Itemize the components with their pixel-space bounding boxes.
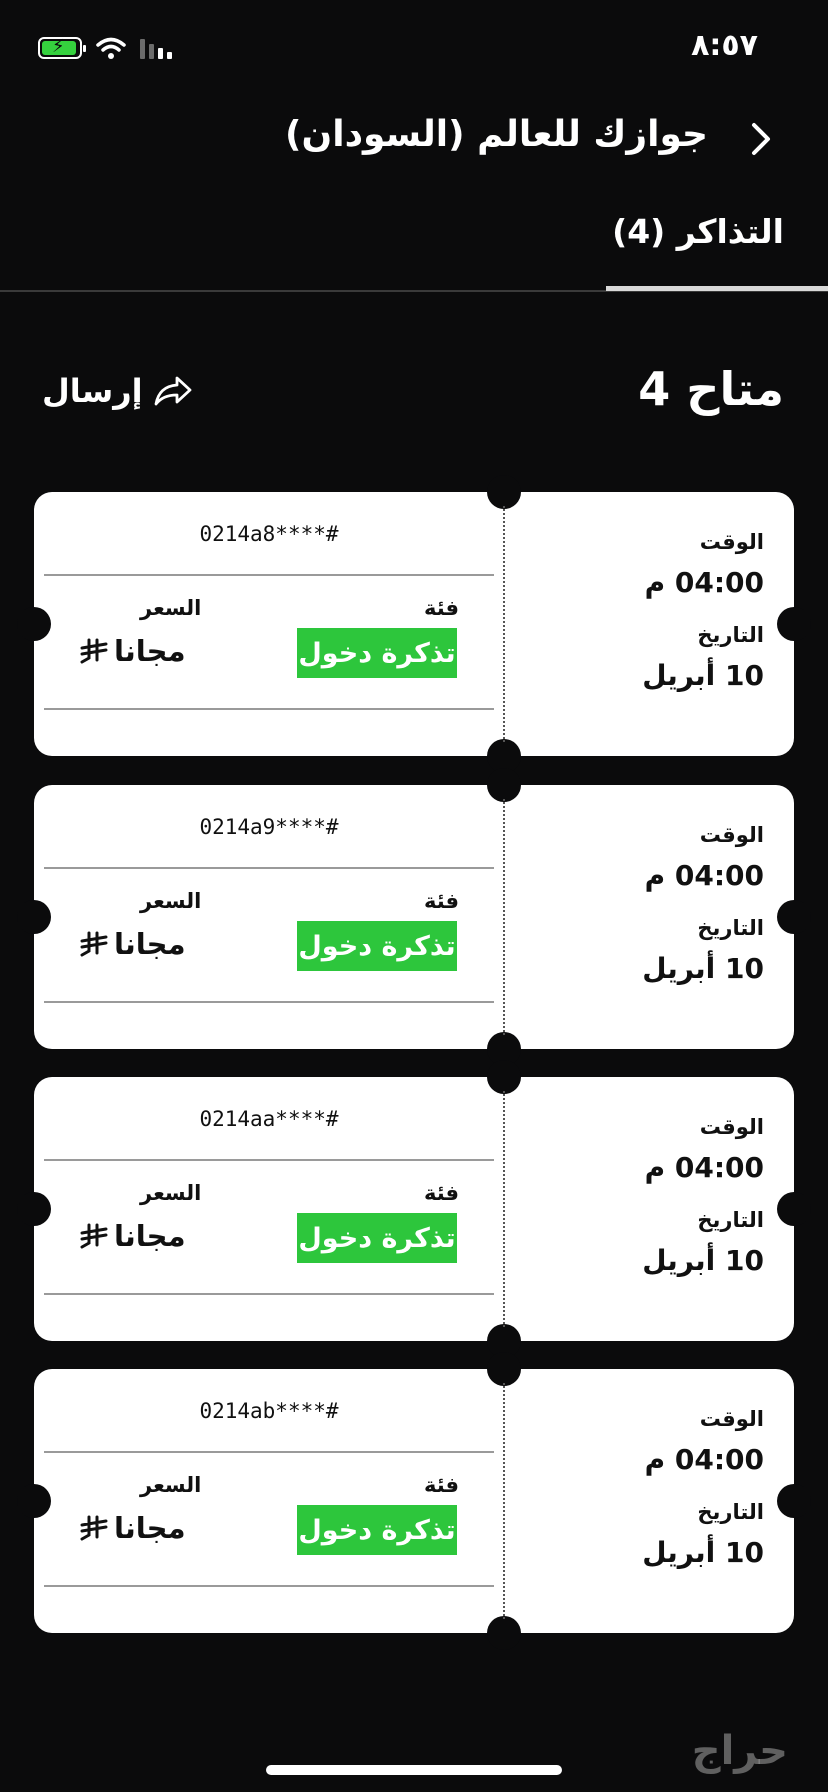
- ticket-card[interactable]: الوقت 04:00 م التاريخ 10 أبريل 0214a9***…: [17, 768, 811, 1066]
- price-label: السعر: [140, 596, 202, 620]
- ticket-serial: 0214a8****#: [199, 522, 339, 546]
- perforation-line: [503, 1091, 505, 1327]
- ticket-stub: الوقت 04:00 م التاريخ 10 أبريل: [534, 823, 764, 985]
- cellular-signal-icon: [140, 37, 172, 59]
- send-button[interactable]: إرسال: [42, 372, 193, 410]
- screen: ⚡ ٨:٥٧ جوازك للعالم (السودان) التذاكر (4…: [0, 0, 828, 1792]
- price-label: السعر: [140, 1181, 202, 1205]
- watermark: حراج: [691, 1728, 788, 1774]
- ticket-serial: 0214a9****#: [199, 815, 339, 839]
- divider: [44, 1293, 494, 1295]
- category-label: فئة: [424, 1181, 460, 1205]
- share-arrow-icon: [154, 376, 192, 406]
- divider: [44, 1159, 494, 1161]
- divider: [44, 574, 494, 576]
- send-label: إرسال: [42, 372, 143, 410]
- home-indicator[interactable]: [266, 1765, 562, 1775]
- divider: [44, 1451, 494, 1453]
- back-chevron-icon[interactable]: [742, 120, 780, 158]
- time-value: 04:00 م: [644, 1443, 764, 1476]
- riyal-currency-icon: [80, 1515, 108, 1541]
- divider: [44, 708, 494, 710]
- time-label: الوقت: [699, 1407, 764, 1431]
- ticket-stub: الوقت 04:00 م التاريخ 10 أبريل: [534, 1407, 764, 1569]
- price-label: السعر: [140, 1473, 202, 1497]
- date-value: 10 أبريل: [642, 1536, 764, 1569]
- status-icons: ⚡: [38, 36, 172, 60]
- category-label: فئة: [424, 596, 460, 620]
- time-value: 04:00 م: [644, 859, 764, 892]
- ticket-stub: الوقت 04:00 م التاريخ 10 أبريل: [534, 530, 764, 692]
- price-text: مجانا: [114, 1219, 186, 1253]
- perforation-line: [503, 1383, 505, 1619]
- tab-tickets[interactable]: التذاكر (4): [612, 212, 784, 251]
- riyal-currency-icon: [80, 931, 108, 957]
- date-label: التاريخ: [697, 623, 764, 647]
- date-label: التاريخ: [697, 1208, 764, 1232]
- price-value: مجانا: [80, 1219, 186, 1253]
- ticket-serial: 0214aa****#: [199, 1107, 339, 1131]
- price-value: مجانا: [80, 634, 186, 668]
- category-label: فئة: [424, 889, 460, 913]
- price-label: السعر: [140, 889, 202, 913]
- riyal-currency-icon: [80, 1223, 108, 1249]
- ticket-card[interactable]: الوقت 04:00 م التاريخ 10 أبريل 0214a8***…: [17, 475, 811, 773]
- available-count: متاح 4: [638, 362, 784, 416]
- tab-active-indicator: [606, 286, 828, 291]
- riyal-currency-icon: [80, 638, 108, 664]
- ticket-stub: الوقت 04:00 م التاريخ 10 أبريل: [534, 1115, 764, 1277]
- date-label: التاريخ: [697, 916, 764, 940]
- category-badge: تذكرة دخول: [297, 921, 457, 971]
- divider: [44, 867, 494, 869]
- page-title: جوازك للعالم (السودان): [285, 114, 708, 155]
- category-badge: تذكرة دخول: [297, 628, 457, 678]
- time-label: الوقت: [699, 1115, 764, 1139]
- time-label: الوقت: [699, 530, 764, 554]
- perforation-line: [503, 799, 505, 1035]
- status-time: ٨:٥٧: [691, 28, 758, 63]
- date-value: 10 أبريل: [642, 1244, 764, 1277]
- time-value: 04:00 م: [644, 1151, 764, 1184]
- price-value: مجانا: [80, 927, 186, 961]
- date-value: 10 أبريل: [642, 952, 764, 985]
- divider: [44, 1585, 494, 1587]
- price-text: مجانا: [114, 927, 186, 961]
- price-value: مجانا: [80, 1511, 186, 1545]
- category-badge: تذكرة دخول: [297, 1213, 457, 1263]
- perforation-line: [503, 506, 505, 742]
- date-value: 10 أبريل: [642, 659, 764, 692]
- wifi-icon: [96, 37, 126, 59]
- category-label: فئة: [424, 1473, 460, 1497]
- price-text: مجانا: [114, 634, 186, 668]
- price-text: مجانا: [114, 1511, 186, 1545]
- time-label: الوقت: [699, 823, 764, 847]
- ticket-serial: 0214ab****#: [199, 1399, 339, 1423]
- ticket-card[interactable]: الوقت 04:00 م التاريخ 10 أبريل 0214aa***…: [17, 1060, 811, 1358]
- date-label: التاريخ: [697, 1500, 764, 1524]
- header: جوازك للعالم (السودان): [0, 108, 828, 168]
- divider: [44, 1001, 494, 1003]
- category-badge: تذكرة دخول: [297, 1505, 457, 1555]
- ticket-card[interactable]: الوقت 04:00 م التاريخ 10 أبريل 0214ab***…: [17, 1352, 811, 1650]
- battery-icon: ⚡: [38, 36, 86, 59]
- time-value: 04:00 م: [644, 566, 764, 599]
